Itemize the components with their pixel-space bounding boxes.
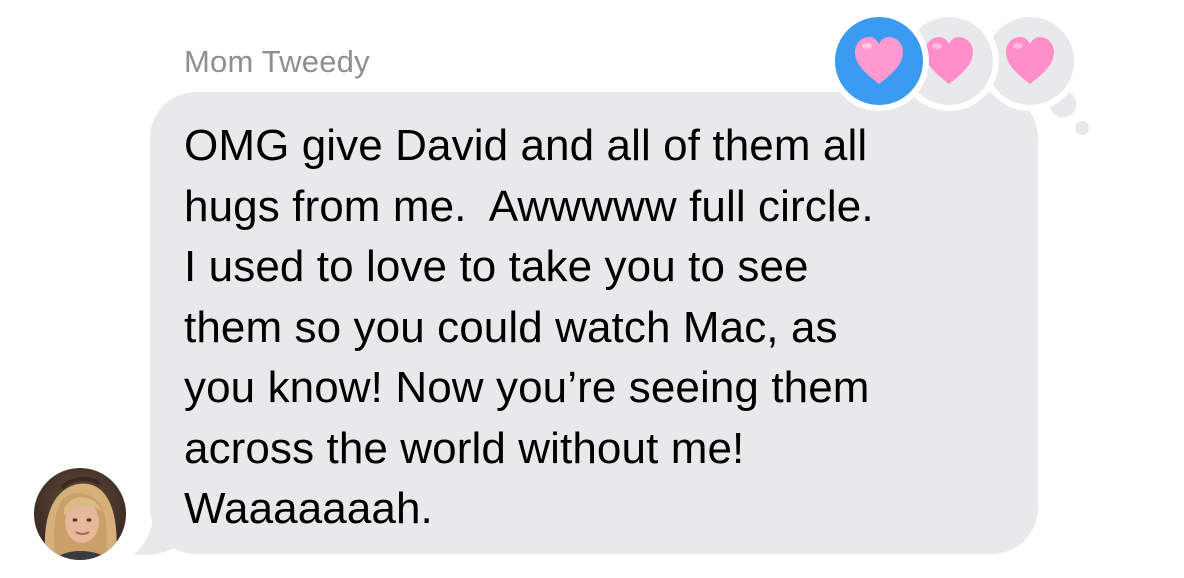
avatar-photo	[34, 468, 126, 560]
avatar[interactable]	[34, 468, 126, 560]
reaction-heart-1[interactable]	[829, 11, 929, 111]
message-bubble[interactable]: OMG give David and all of them all hugs …	[150, 92, 1038, 554]
message-text: OMG give David and all of them all hugs …	[184, 121, 874, 533]
tapback-tail-bubble-small	[1075, 121, 1089, 135]
reactions-bar	[0, 0, 1184, 150]
tapback-reactions	[829, 11, 1089, 135]
message-thread: Mom Tweedy OMG give David and all of the…	[0, 0, 1184, 578]
